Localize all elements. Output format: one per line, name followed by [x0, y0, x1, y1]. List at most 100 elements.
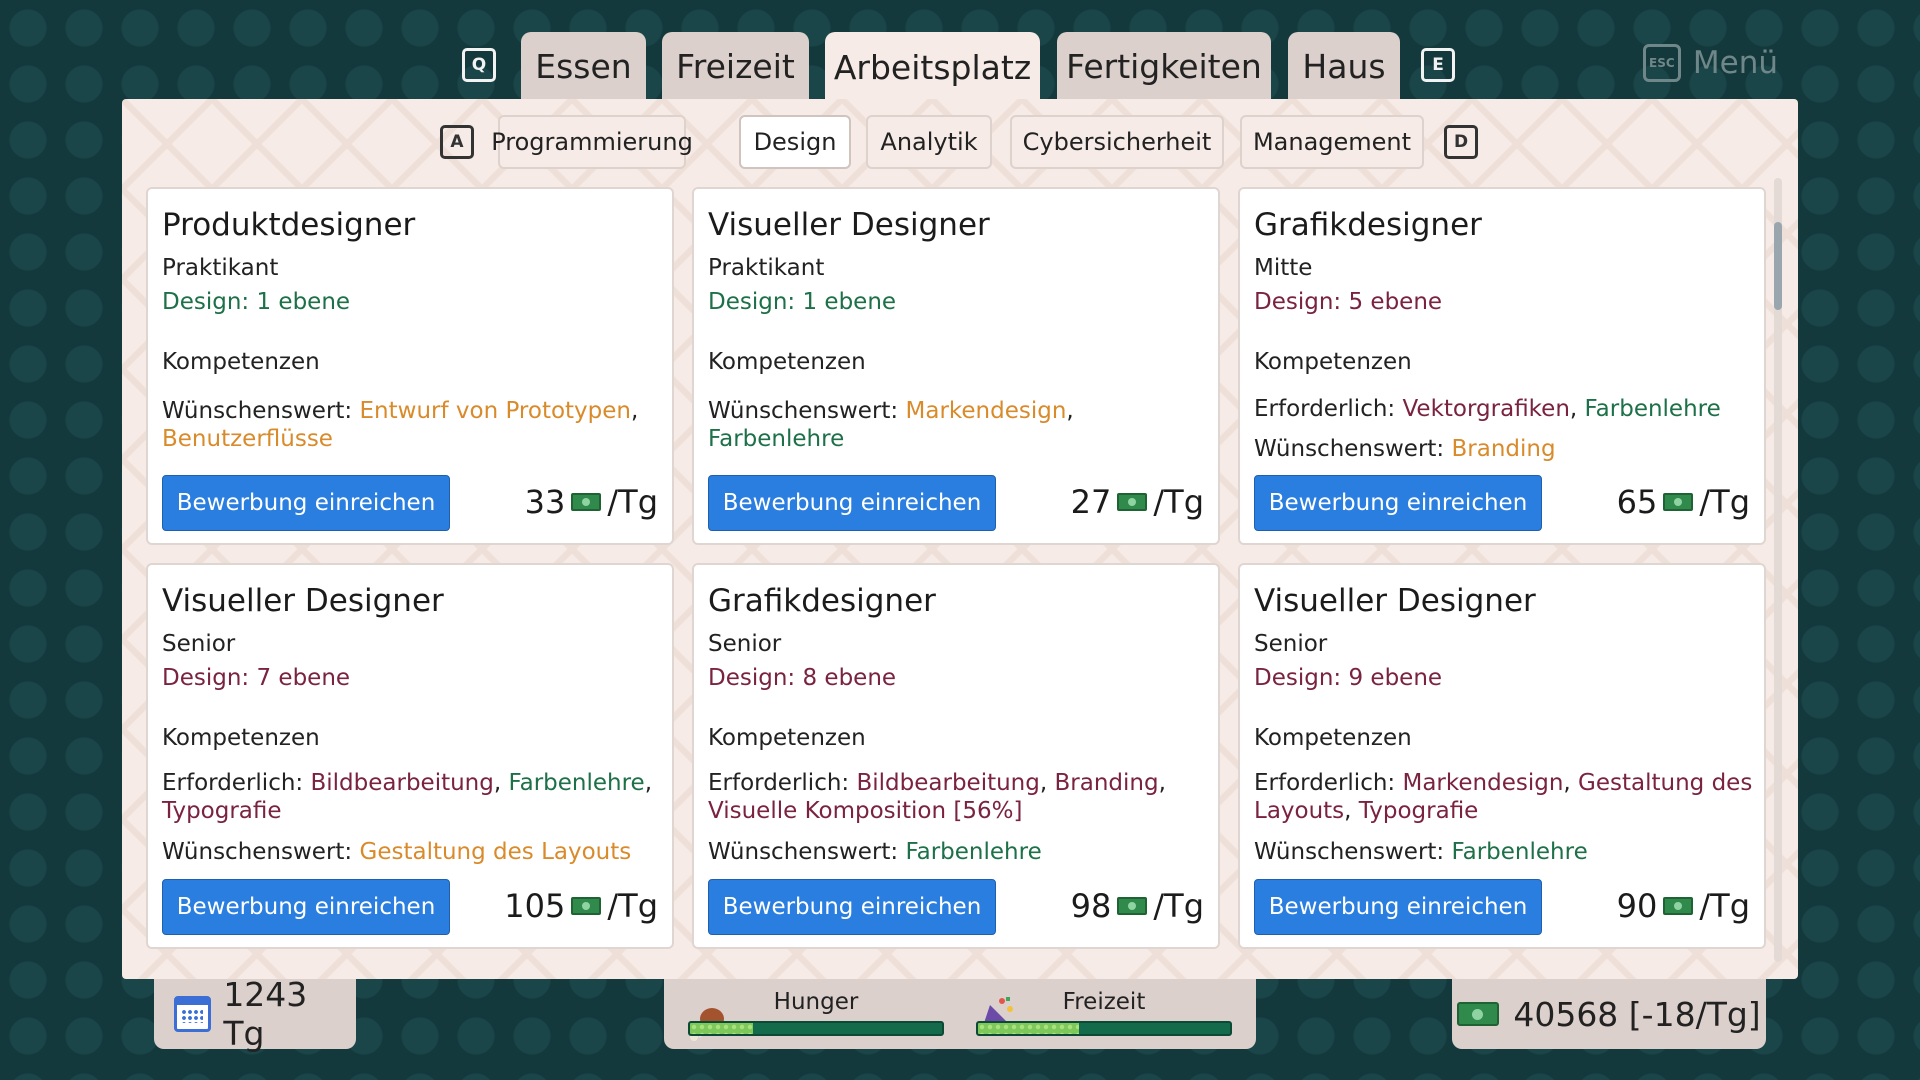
apply-button[interactable]: Bewerbung einreichen: [708, 475, 996, 531]
calendar-icon: [174, 996, 212, 1032]
skill: Typografie: [162, 798, 282, 824]
competencies-heading: Kompetenzen: [162, 725, 320, 751]
job-pay: 105 /Tg: [504, 887, 658, 925]
skill: Farbenlehre: [708, 426, 845, 452]
hunger-bar-fill: [690, 1023, 753, 1034]
skill: Bildbearbeitung: [310, 770, 494, 796]
job-card: Visueller Designer Senior Design: 9 eben…: [1238, 563, 1766, 949]
apply-button[interactable]: Bewerbung einreichen: [1254, 879, 1542, 935]
apply-button[interactable]: Bewerbung einreichen: [162, 879, 450, 935]
job-title: Produktdesigner: [162, 207, 416, 243]
skill: Markendesign: [905, 398, 1067, 424]
hunger-bar: [688, 1021, 944, 1036]
separator: ,: [1344, 798, 1359, 824]
money-icon: [1457, 1002, 1500, 1026]
separator: ,: [1039, 770, 1055, 796]
skill: Layouts: [1254, 798, 1345, 824]
apply-button[interactable]: Bewerbung einreichen: [162, 475, 450, 531]
tab-fertigkeiten[interactable]: Fertigkeiten: [1057, 32, 1271, 100]
next-category-key[interactable]: D: [1444, 125, 1478, 159]
required-skills: Erforderlich: Markendesign, Gestaltung d…: [1254, 769, 1754, 825]
job-title: Visueller Designer: [708, 207, 990, 243]
skill: Benutzerflüsse: [162, 426, 333, 452]
prev-category-key[interactable]: A: [440, 125, 474, 159]
pay-unit: /Tg: [1153, 483, 1204, 521]
pay-unit: /Tg: [607, 483, 658, 521]
pay-unit: /Tg: [1153, 887, 1204, 925]
separator: ,: [1563, 770, 1579, 796]
leisure-label: Freizeit: [1062, 989, 1146, 1015]
separator: ,: [493, 770, 509, 796]
job-level: Senior: [708, 631, 782, 657]
category-tab-cybersicherheit[interactable]: Cybersicherheit: [1010, 115, 1224, 169]
separator: ,: [631, 398, 639, 424]
desired-skills: Wünschenswert: Markendesign, Farbenlehre: [708, 397, 1208, 453]
job-level: Senior: [1254, 631, 1328, 657]
job-card: Grafikdesigner Mitte Design: 5 ebene Kom…: [1238, 187, 1766, 545]
skill: Visuelle Komposition [56%]: [708, 798, 1023, 824]
menu-label: Menü: [1692, 45, 1778, 81]
category-tab-management[interactable]: Management: [1240, 115, 1424, 169]
desired-label: Wünschenswert:: [162, 398, 360, 424]
tab-freizeit[interactable]: Freizeit: [662, 32, 809, 100]
tab-arbeitsplatz[interactable]: Arbeitsplatz: [825, 32, 1040, 102]
tab-essen[interactable]: Essen: [521, 32, 646, 100]
prev-tab-key[interactable]: Q: [462, 48, 496, 82]
desired-skills: Wünschenswert: Entwurf von Prototypen, Be…: [162, 397, 662, 453]
needs-panel: Hunger Freizeit: [664, 979, 1256, 1049]
category-tab-programmierung[interactable]: Programmierung: [491, 115, 693, 169]
job-pay: 27 /Tg: [1071, 483, 1204, 521]
job-level: Praktikant: [162, 255, 279, 281]
leisure-meter: Freizeit: [976, 989, 1232, 1039]
scrollbar-thumb[interactable]: [1774, 222, 1782, 310]
job-level: Praktikant: [708, 255, 825, 281]
required-label: Erforderlich:: [162, 770, 311, 796]
day-counter: 1243 Tg: [154, 975, 356, 1053]
category-tab-bar: A Programmierung Design Analytik Cybersi…: [122, 115, 1798, 169]
skill: Farbenlehre: [1451, 839, 1588, 865]
pay-amount: 33: [524, 483, 566, 521]
jobs-panel: A Programmierung Design Analytik Cybersi…: [122, 99, 1798, 979]
skill: Vektorgrafiken: [1402, 396, 1570, 422]
tab-haus[interactable]: Haus: [1288, 32, 1400, 100]
competencies-heading: Kompetenzen: [162, 349, 320, 375]
job-card: Produktdesigner Praktikant Design: 1 ebe…: [146, 187, 674, 545]
pay-unit: /Tg: [1699, 887, 1750, 925]
esc-key-icon: ESC: [1642, 44, 1681, 82]
money-icon: [1117, 493, 1148, 511]
skill: Entwurf von Prototypen: [359, 398, 632, 424]
job-card: Grafikdesigner Senior Design: 8 ebene Ko…: [692, 563, 1220, 949]
apply-button[interactable]: Bewerbung einreichen: [1254, 475, 1542, 531]
leisure-bar: [976, 1021, 1232, 1036]
job-level: Senior: [162, 631, 236, 657]
job-requirement: Design: 9 ebene: [1254, 665, 1443, 691]
job-level: Mitte: [1254, 255, 1313, 281]
competencies-heading: Kompetenzen: [1254, 349, 1412, 375]
money-icon: [571, 493, 602, 511]
skill: Farbenlehre: [905, 839, 1042, 865]
money-icon: [1117, 897, 1148, 915]
pay-unit: /Tg: [607, 887, 658, 925]
job-pay: 98 /Tg: [1071, 887, 1204, 925]
category-tab-analytik[interactable]: Analytik: [866, 115, 992, 169]
desired-label: Wünschenswert:: [1254, 436, 1452, 462]
next-tab-key[interactable]: E: [1421, 48, 1455, 82]
required-skills: Erforderlich: Vektorgrafiken, Farbenlehr…: [1254, 395, 1754, 423]
pay-amount: 98: [1070, 887, 1112, 925]
job-pay: 33 /Tg: [525, 483, 658, 521]
job-card: Visueller Designer Senior Design: 7 eben…: [146, 563, 674, 949]
hunger-label: Hunger: [773, 989, 859, 1015]
pay-amount: 90: [1616, 887, 1658, 925]
job-requirement: Design: 7 ebene: [162, 665, 351, 691]
desired-label: Wünschenswert:: [162, 839, 360, 865]
competencies-heading: Kompetenzen: [708, 349, 866, 375]
required-label: Erforderlich:: [1254, 396, 1403, 422]
apply-button[interactable]: Bewerbung einreichen: [708, 879, 996, 935]
job-title: Visueller Designer: [1254, 583, 1536, 619]
jobs-scrollbar[interactable]: [1774, 178, 1782, 962]
money-amount: 40568 [-18/Tg]: [1513, 994, 1761, 1034]
menu-button[interactable]: ESC Menü: [1642, 44, 1778, 82]
job-requirement: Design: 8 ebene: [708, 665, 897, 691]
category-tab-design[interactable]: Design: [739, 115, 851, 169]
pay-unit: /Tg: [1699, 483, 1750, 521]
